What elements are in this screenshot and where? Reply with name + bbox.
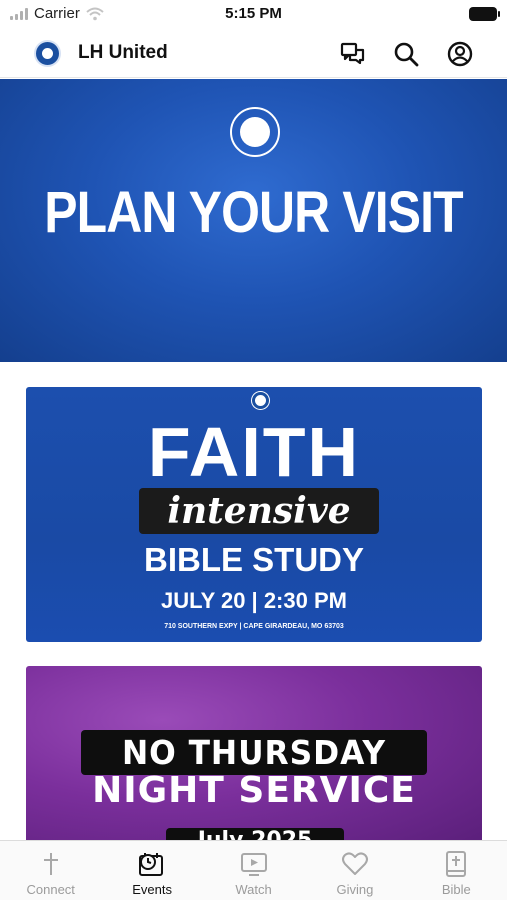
status-time: 5:15 PM — [225, 5, 282, 22]
app-header: LH United — [0, 28, 507, 78]
status-bar: Carrier 5:15 PM — [0, 0, 507, 28]
tab-label: Watch — [235, 882, 272, 897]
event-date: JULY 20 | 2:30 PM — [161, 588, 347, 613]
tab-bible[interactable]: Bible — [406, 841, 507, 900]
heart-icon — [341, 850, 369, 878]
tab-label: Bible — [441, 882, 471, 897]
tab-label: Events — [132, 882, 172, 897]
event-title-line2: intensive — [167, 490, 351, 532]
app-title: LH United — [78, 42, 168, 63]
cross-icon — [37, 850, 65, 878]
event-title-line3: BIBLE STUDY — [143, 541, 364, 578]
event-headline-box: NO THURSDAY — [81, 730, 427, 775]
tab-connect[interactable]: Connect — [0, 841, 101, 900]
bottom-tab-bar: Connect Events Watch Giving Bible — [0, 840, 507, 900]
tab-giving[interactable]: Giving — [304, 841, 405, 900]
tab-label: Connect — [26, 882, 75, 897]
chat-icon[interactable] — [339, 40, 367, 68]
tab-events[interactable]: Events — [101, 841, 202, 900]
bible-icon — [442, 850, 470, 878]
event-subtitle-box: intensive — [139, 488, 379, 534]
search-icon[interactable] — [392, 40, 420, 68]
calendar-clock-icon — [138, 850, 166, 878]
event-card-no-thursday-service[interactable]: NO THURSDAY NIGHT SERVICE July 2025 — [26, 666, 482, 846]
event-card-bible-study[interactable]: FAITH intensive BIBLE STUDY JULY 20 | 2:… — [26, 387, 482, 642]
church-seal-logo — [252, 392, 269, 409]
tab-label: Giving — [336, 882, 374, 897]
church-seal-logo — [230, 107, 280, 157]
app-logo[interactable] — [34, 40, 61, 67]
account-icon[interactable] — [446, 40, 474, 68]
plan-your-visit-banner[interactable]: PLAN YOUR VISIT — [0, 79, 507, 362]
event-address: 710 SOUTHERN EXPY | CAPE GIRARDEAU, MO 6… — [164, 623, 344, 630]
tab-watch[interactable]: Watch — [203, 841, 304, 900]
play-screen-icon — [240, 850, 268, 878]
event-title-line1: NO THURSDAY — [121, 733, 387, 772]
event-title-line1: FAITH — [147, 413, 361, 491]
hero-title: PLAN YOUR VISIT — [44, 180, 463, 245]
battery-icon — [469, 7, 500, 21]
event-title-line2: NIGHT SERVICE — [92, 770, 416, 811]
